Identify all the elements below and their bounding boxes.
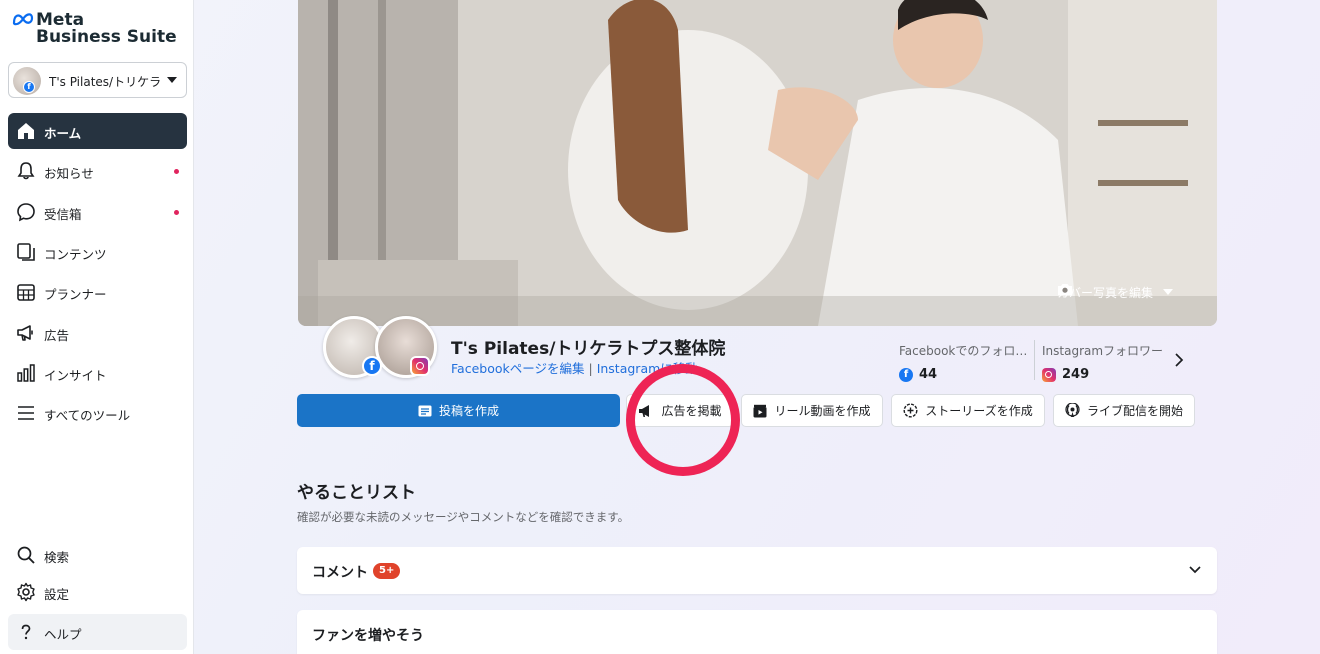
nav-item-insights[interactable]: インサイト bbox=[8, 355, 187, 391]
megaphone-icon bbox=[17, 325, 33, 341]
account-name: T's Pilates/トリケラトプス整体院 bbox=[49, 75, 164, 89]
nav-label-ads: 広告 bbox=[44, 328, 70, 343]
instagram-followers-stat[interactable]: Instagramフォロワー 249 bbox=[1042, 342, 1163, 382]
nav-item-settings[interactable]: 設定 bbox=[8, 574, 187, 610]
nav-label-notifications: お知らせ bbox=[44, 166, 94, 181]
chat-bubble-icon bbox=[17, 203, 35, 222]
live-broadcast-icon bbox=[1065, 403, 1080, 417]
start-live-button[interactable]: ライブ配信を開始 bbox=[1053, 394, 1195, 427]
facebook-badge-icon: f bbox=[23, 81, 35, 93]
instagram-icon bbox=[1042, 367, 1056, 382]
link-separator: | bbox=[588, 361, 593, 376]
instagram-followers-label: Instagramフォロワー bbox=[1042, 344, 1164, 358]
story-plus-icon bbox=[903, 403, 918, 418]
facebook-icon: f bbox=[362, 356, 382, 376]
gear-icon bbox=[17, 582, 35, 602]
start-live-label: ライブ配信を開始 bbox=[1086, 404, 1183, 418]
nav-item-planner[interactable]: プランナー bbox=[8, 274, 187, 310]
facebook-followers-label: Facebookでのフォロ… bbox=[899, 344, 1028, 358]
stat-divider bbox=[1034, 340, 1035, 380]
chevron-right-icon[interactable] bbox=[1172, 352, 1186, 368]
meta-business-suite-logo[interactable]: Meta Business Suite bbox=[12, 10, 182, 47]
nav-item-home[interactable]: ホーム bbox=[8, 113, 187, 149]
chevron-down-icon[interactable] bbox=[1188, 564, 1202, 576]
edit-facebook-page-link[interactable]: Facebookページを編集 bbox=[451, 361, 585, 376]
nav-label-insights: インサイト bbox=[44, 368, 107, 383]
content-icon bbox=[17, 243, 35, 261]
create-reel-label: リール動画を作成 bbox=[774, 404, 871, 418]
facebook-followers-stat[interactable]: Facebookでのフォロ… f 44 bbox=[899, 342, 1027, 382]
nav-label-home: ホーム bbox=[44, 126, 82, 141]
create-reel-button[interactable]: リール動画を作成 bbox=[741, 394, 883, 427]
nav-label-help: ヘルプ bbox=[44, 627, 82, 642]
nav-item-content[interactable]: コンテンツ bbox=[8, 234, 187, 270]
nav-item-inbox[interactable]: 受信箱 bbox=[8, 194, 187, 230]
todo-list-title: やることリスト bbox=[297, 483, 416, 503]
home-icon bbox=[18, 123, 34, 139]
facebook-followers-count: 44 bbox=[919, 367, 938, 382]
calendar-grid-icon bbox=[17, 284, 35, 301]
nav-item-search[interactable]: 検索 bbox=[8, 537, 187, 573]
nav-label-all-tools: すべてのツール bbox=[44, 408, 131, 423]
nav-label-planner: プランナー bbox=[44, 287, 107, 302]
nav-label-search: 検索 bbox=[44, 550, 70, 565]
account-selector[interactable]: f T's Pilates/トリケラトプス整体院 bbox=[8, 62, 187, 98]
sidebar: Meta Business Suite f T's Pilates/トリケラトプ… bbox=[0, 0, 194, 654]
todo-list-subtitle: 確認が必要な未読のメッセージやコメントなどを確認できます。 bbox=[297, 510, 630, 524]
create-story-button[interactable]: ストーリーズを作成 bbox=[891, 394, 1045, 427]
edit-cover-button[interactable]: カバー写真を編集 bbox=[1057, 282, 1173, 302]
grow-fans-card-title: ファンを増やそう bbox=[312, 628, 424, 644]
comments-card[interactable]: コメント 5+ bbox=[297, 547, 1217, 594]
camera-icon bbox=[1057, 284, 1072, 295]
create-story-label: ストーリーズを作成 bbox=[925, 404, 1033, 418]
comments-count-badge: 5+ bbox=[373, 563, 401, 579]
nav-item-ads[interactable]: 広告 bbox=[8, 315, 187, 351]
meta-logo-icon bbox=[12, 13, 34, 26]
cover-photo-illustration bbox=[298, 0, 1217, 326]
cover-photo: カバー写真を編集 bbox=[298, 0, 1217, 326]
nav-item-notifications[interactable]: お知らせ bbox=[8, 153, 187, 189]
instagram-icon bbox=[410, 356, 430, 376]
nav-item-help[interactable]: ヘルプ bbox=[8, 614, 187, 650]
nav-label-inbox: 受信箱 bbox=[44, 207, 82, 222]
create-post-button[interactable]: 投稿を作成 bbox=[297, 394, 620, 427]
unread-dot bbox=[174, 210, 179, 215]
nav-label-settings: 設定 bbox=[44, 587, 70, 602]
facebook-icon: f bbox=[899, 367, 913, 382]
caret-down-icon bbox=[1163, 289, 1173, 295]
bell-icon bbox=[17, 162, 35, 180]
post-icon bbox=[418, 405, 432, 416]
logo-text-business-suite: Business Suite bbox=[36, 27, 177, 47]
search-icon bbox=[17, 546, 35, 564]
instagram-followers-count: 249 bbox=[1062, 367, 1090, 382]
grow-fans-card[interactable]: ファンを増やそう bbox=[297, 610, 1217, 654]
caret-down-icon bbox=[167, 77, 177, 83]
nav-label-content: コンテンツ bbox=[44, 247, 107, 262]
question-mark-icon bbox=[21, 624, 31, 640]
reel-clapper-icon bbox=[753, 404, 767, 417]
page-title: T's Pilates/トリケラトプス整体院 bbox=[451, 339, 726, 359]
unread-dot bbox=[174, 169, 179, 174]
menu-lines-icon bbox=[18, 406, 34, 420]
comments-card-title: コメント bbox=[312, 565, 368, 581]
create-post-label: 投稿を作成 bbox=[438, 404, 499, 418]
nav-item-all-tools[interactable]: すべてのツール bbox=[8, 395, 187, 431]
red-highlight-circle bbox=[626, 364, 740, 476]
bar-chart-icon bbox=[17, 364, 35, 382]
